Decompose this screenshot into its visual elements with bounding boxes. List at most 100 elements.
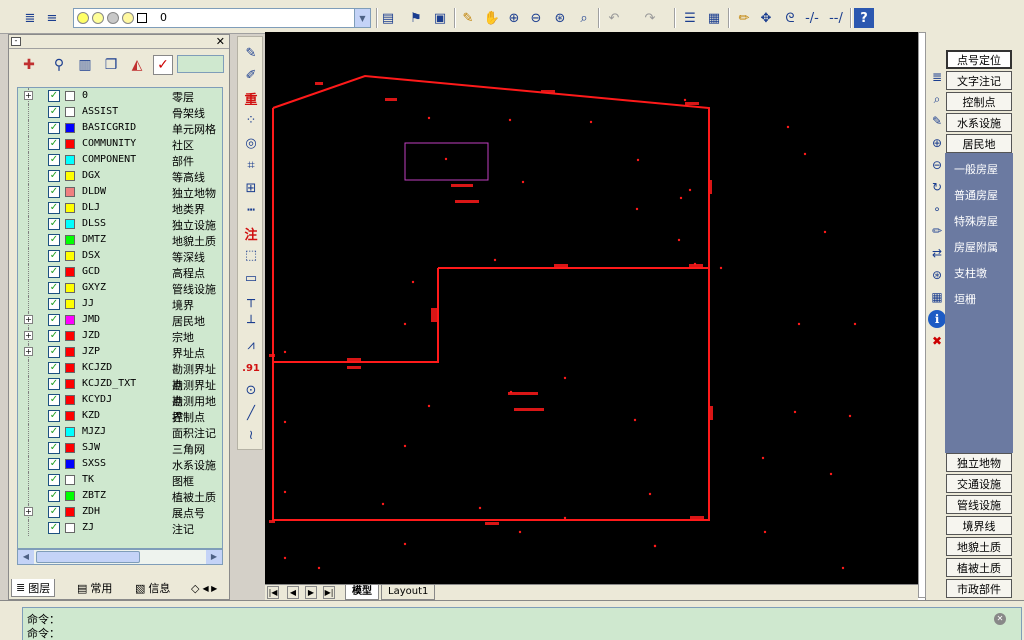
layer-visible-checkbox[interactable]: ✓ [48, 282, 60, 294]
tab-layers[interactable]: ≣ 图层 [11, 579, 56, 597]
layer-states-icon[interactable]: ≡ [42, 8, 62, 28]
scrollbar-thumb[interactable] [918, 32, 926, 598]
layers-icon[interactable]: ≣ [20, 8, 40, 28]
layer-color-swatch[interactable] [65, 379, 75, 389]
zoom-window-icon[interactable]: ⊖ [526, 8, 546, 28]
layer-row[interactable]: ✓ SJW 三角网 [18, 440, 222, 456]
open-icon[interactable]: ⚑ [406, 8, 426, 28]
query-icon[interactable]: ⌕ [928, 90, 946, 108]
layer-color-swatch[interactable] [65, 171, 75, 181]
fence-icon[interactable]: ┬ [240, 291, 262, 311]
layer-color-swatch[interactable] [65, 299, 75, 309]
layer-color-swatch[interactable] [65, 347, 75, 357]
layer-color-swatch[interactable] [65, 203, 75, 213]
ditch-icon[interactable]: ┴ [240, 313, 262, 333]
table-icon[interactable]: ▦ [704, 8, 724, 28]
layer-row[interactable]: ✓ DMTZ 地貌土质 [18, 232, 222, 248]
map-icon[interactable]: ⊞ [240, 178, 262, 198]
layer-row[interactable]: ✓ GCD 高程点 [18, 264, 222, 280]
layer-color-swatch[interactable] [65, 491, 75, 501]
edit-icon[interactable]: ✎ [928, 112, 946, 130]
move-icon[interactable]: ✥ [756, 8, 776, 28]
layer-visible-checkbox[interactable]: ✓ [48, 170, 60, 182]
layer-combo[interactable]: 0 ▼ [73, 8, 371, 28]
chevron-down-icon[interactable]: ▼ [354, 9, 370, 27]
layer-color-swatch[interactable] [65, 267, 75, 277]
tab-info[interactable]: ▧ 信息 [131, 579, 174, 597]
layer-copy-icon[interactable]: ❐ [101, 55, 121, 75]
freeze-icon[interactable] [107, 12, 119, 24]
circle-icon[interactable]: ⊙ [240, 381, 262, 401]
tab-layout1[interactable]: Layout1 [381, 585, 436, 600]
menu-button[interactable]: 独立地物 [946, 453, 1012, 472]
zoom-previous-icon[interactable]: ⌕ [574, 8, 594, 28]
layer-row[interactable]: ✓ BASICGRID 单元网格 [18, 120, 222, 136]
save-icon[interactable]: ▣ [430, 8, 450, 28]
info-icon[interactable]: ℹ [928, 310, 946, 328]
menu-button[interactable]: 文字注记 [946, 71, 1012, 90]
menu-button[interactable]: 市政部件 [946, 579, 1012, 598]
heavy-icon[interactable]: 重 [240, 88, 262, 108]
layer-row[interactable]: ✓ DLDW 独立地物 [18, 184, 222, 200]
nodes-icon[interactable]: ∘ [928, 200, 946, 218]
layer-visible-checkbox[interactable]: ✓ [48, 106, 60, 118]
tab-model[interactable]: 模型 [345, 585, 379, 600]
parallel-icon[interactable]: ⌗ [240, 156, 262, 176]
layer-visible-checkbox[interactable]: ✓ [48, 314, 60, 326]
zoom-extents-icon[interactable]: ⊛ [550, 8, 570, 28]
menu-button[interactable]: 水系设施 [946, 113, 1012, 132]
elevation-icon[interactable]: .91 [240, 358, 262, 378]
vertical-scrollbar[interactable] [918, 32, 926, 600]
layer-color-swatch[interactable] [65, 123, 75, 133]
layer-visible-checkbox[interactable]: ✓ [48, 218, 60, 230]
layer-row[interactable]: + ✓ JZP 界址点 [18, 344, 222, 360]
curve-icon[interactable]: ≀ [240, 426, 262, 446]
layer-visible-checkbox[interactable]: ✓ [48, 266, 60, 278]
layer-color-swatch[interactable] [65, 427, 75, 437]
layer-row[interactable]: ✓ MJZJ 面积注记 [18, 424, 222, 440]
layer-color-swatch[interactable] [65, 507, 75, 517]
submenu-item[interactable]: 垣栅 [954, 291, 976, 307]
layer-color-swatch[interactable] [65, 91, 75, 101]
submenu-item[interactable]: 特殊房屋 [954, 213, 998, 229]
layer-color-swatch[interactable] [65, 187, 75, 197]
submenu-item[interactable]: 普通房屋 [954, 187, 998, 203]
layer-visible-checkbox[interactable]: ✓ [48, 458, 60, 470]
layer-row[interactable]: ✓ KCYDJ 勘测用地界 [18, 392, 222, 424]
layer-row[interactable]: ✓ KZD 控制点 [18, 408, 222, 424]
menu-button[interactable]: 交通设施 [946, 474, 1012, 493]
prev-tab-icon[interactable]: ◀ [287, 586, 299, 599]
layer-visible-checkbox[interactable]: ✓ [48, 234, 60, 246]
layer-color-swatch[interactable] [65, 331, 75, 341]
last-tab-icon[interactable]: ▶| [323, 586, 335, 599]
layer-visible-checkbox[interactable]: ✓ [48, 378, 60, 390]
close-icon[interactable]: ✕ [216, 35, 225, 48]
layer-visible-checkbox[interactable]: ✓ [48, 506, 60, 518]
expand-icon[interactable]: + [24, 91, 33, 100]
undo-icon[interactable]: ↶ [604, 8, 624, 28]
layer-color-swatch[interactable] [65, 459, 75, 469]
layer-visible-checkbox[interactable]: ✓ [48, 202, 60, 214]
layer-color-swatch[interactable] [65, 155, 75, 165]
pencil-icon[interactable]: ✎ [458, 8, 478, 28]
menu-button[interactable]: 地貌土质 [946, 537, 1012, 556]
close-icon[interactable]: ✕ [994, 613, 1006, 625]
layer-visible-checkbox[interactable]: ✓ [48, 474, 60, 486]
layer-visible-checkbox[interactable]: ✓ [48, 298, 60, 310]
layer-visible-checkbox[interactable]: ✓ [48, 522, 60, 534]
tab-scroll-arrows[interactable]: ◀ ▶ [202, 584, 217, 593]
layer-row[interactable]: ✓ JJ 境界 [18, 296, 222, 312]
layer-paint-icon[interactable]: ◭ [127, 55, 147, 75]
command-history[interactable]: 命令： 命令： [22, 607, 1022, 640]
layer-row[interactable]: ✓ DLJ 地类界 [18, 200, 222, 216]
point-icon[interactable]: ✎ [240, 43, 262, 63]
drawing-canvas[interactable] [265, 32, 918, 584]
menu-button[interactable]: 植被土质 [946, 558, 1012, 577]
next-tab-icon[interactable]: ▶ [305, 586, 317, 599]
camera-icon[interactable]: ◎ [240, 133, 262, 153]
extend-icon[interactable]: --/ [826, 8, 846, 28]
layer-visible-checkbox[interactable]: ✓ [48, 442, 60, 454]
minimize-icon[interactable]: - [11, 37, 21, 46]
menu-button[interactable]: 境界线 [946, 516, 1012, 535]
paint-icon[interactable]: ✏ [928, 222, 946, 240]
